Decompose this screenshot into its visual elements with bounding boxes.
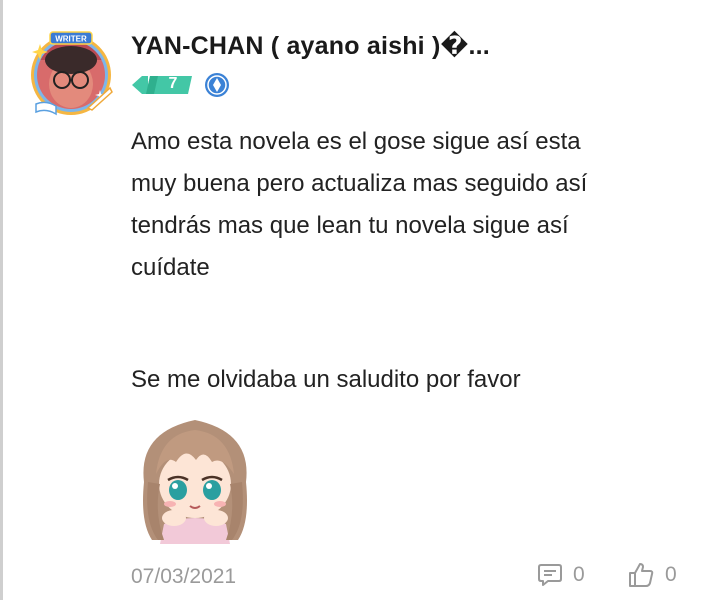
reply-button[interactable]: 0 [537,560,585,590]
author-avatar[interactable]: WRITER [28,30,114,116]
comment-line: tendrás mas que lean tu novela sigue así [131,212,569,239]
thumbs-up-icon [629,563,654,587]
left-divider [0,0,3,600]
comment-body: Amo esta novela es el gose sigue así est… [131,121,691,289]
anime-girl-sticker [130,412,260,544]
verified-badge-icon [204,72,230,98]
avatar-frame-label: WRITER [55,35,87,44]
post-date: 07/03/2021 [131,565,237,588]
comment-line: Amo esta novela es el gose sigue así est… [131,128,581,155]
comment-icon [538,564,562,586]
like-count: 0 [665,563,677,586]
reply-count: 0 [573,563,585,586]
level-number: 7 [168,75,178,92]
comment-line: muy buena pero actualiza mas seguido así [131,170,588,197]
like-button[interactable]: 0 [627,560,677,590]
level-badge: 7 [132,74,194,96]
comment-line: cuídate [131,254,210,281]
comment-extra-line: Se me olvidaba un saludito por favor [131,366,521,393]
author-name[interactable]: YAN-CHAN ( ayano aishi )�... [131,31,490,61]
